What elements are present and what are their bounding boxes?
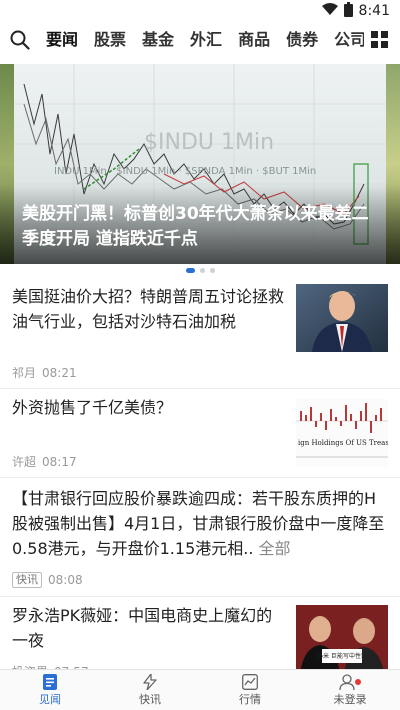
notification-badge — [355, 679, 361, 685]
tabbar-item-market[interactable]: 行情 — [200, 670, 300, 710]
news-time: 08:17 — [42, 454, 77, 469]
tabbar-item-flash[interactable]: 快讯 — [100, 670, 200, 710]
tabbar-label: 未登录 — [333, 693, 367, 706]
news-headline[interactable]: 外资抛售了千亿美债？ — [12, 395, 284, 420]
grid-menu-icon[interactable] — [368, 28, 392, 52]
tabbar-item-news[interactable]: 见闻 — [0, 670, 100, 710]
news-meta: 祁月 08:21 — [12, 364, 77, 381]
tabbar-item-profile[interactable]: 未登录 — [300, 670, 400, 710]
flash-headline[interactable]: 【甘肃银行回应股价暴跌逾四成：若干股东质押的H股被强制出售】4月1日，甘肃银行股… — [12, 486, 388, 561]
tab-bonds[interactable]: 债券 — [286, 25, 318, 55]
chart-sub-label: INDU 1Min · $INDU 1Min · $SPNDA 1Min · $… — [54, 166, 316, 177]
banner-title[interactable]: 美股开门黑！标普创30年代大萧条以来最差二季度开局 道指跌近千点 — [22, 202, 378, 252]
featured-banner[interactable]: $INDU 1Min INDU 1Min · $INDU 1Min · $SPN… — [0, 64, 400, 264]
tabbar-label: 行情 — [239, 693, 261, 706]
wifi-icon — [321, 2, 338, 20]
carousel-indicator — [0, 264, 400, 276]
news-source: 许超 — [12, 455, 37, 469]
tab-companies[interactable]: 公司 — [334, 25, 364, 55]
chart-watermark: $INDU 1Min — [144, 130, 274, 155]
carousel-dot[interactable] — [209, 267, 215, 273]
carousel-dot[interactable] — [185, 267, 195, 273]
user-icon — [339, 673, 361, 691]
flash-tag: 快讯 — [12, 572, 42, 588]
tab-funds[interactable]: 基金 — [142, 25, 174, 55]
status-bar: 8:41 — [0, 0, 400, 22]
tab-stocks[interactable]: 股票 — [94, 25, 126, 55]
news-time: 08:08 — [48, 573, 83, 587]
top-nav: 要闻 股票 基金 外汇 商品 债券 公司 — [0, 22, 400, 58]
news-thumbnail[interactable]: 小米 巨能写中性笔 — [296, 605, 388, 673]
category-tabs: 要闻 股票 基金 外汇 商品 债券 公司 — [38, 25, 364, 55]
battery-icon — [343, 1, 353, 21]
news-item[interactable]: 外资抛售了千亿美债？ 许超 08:17 ign Holdings Of US T… — [0, 389, 400, 478]
news-thumbnail[interactable] — [296, 284, 388, 352]
tab-forex[interactable]: 外汇 — [190, 25, 222, 55]
thumb-caption: ign Holdings Of US Treasury in Custody a… — [298, 439, 388, 447]
lightning-icon — [143, 673, 157, 691]
news-meta: 许超 08:17 — [12, 453, 77, 470]
bottom-tabbar: 见闻 快讯 行情 未登录 — [0, 669, 400, 710]
tab-commodities[interactable]: 商品 — [238, 25, 270, 55]
tabbar-label: 快讯 — [139, 693, 161, 706]
news-meta: 快讯 08:08 — [12, 572, 83, 588]
search-icon[interactable] — [8, 28, 32, 52]
news-headline[interactable]: 罗永浩PK薇娅：中国电商史上魔幻的一夜 — [12, 603, 284, 653]
news-item[interactable]: 美国挺油价大招？特朗普周五讨论拯救油气行业，包括对沙特石油加税 祁月 08:21 — [0, 276, 400, 389]
news-source: 祁月 — [12, 366, 37, 380]
flash-news-item[interactable]: 【甘肃银行回应股价暴跌逾四成：若干股东质押的H股被强制出售】4月1日，甘肃银行股… — [0, 478, 400, 597]
news-time: 08:21 — [42, 365, 77, 380]
status-time: 8:41 — [358, 3, 390, 19]
news-thumbnail[interactable]: ign Holdings Of US Treasury in Custody a… — [296, 399, 388, 467]
flash-headline-text: 【甘肃银行回应股价暴跌逾四成：若干股东质押的H股被强制出售】4月1日，甘肃银行股… — [12, 489, 385, 558]
thumb-caption: 小米 巨能写中性笔 — [317, 652, 367, 660]
tab-news[interactable]: 要闻 — [46, 25, 78, 55]
show-all-link[interactable]: 全部 — [259, 539, 291, 558]
tabbar-label: 见闻 — [39, 693, 61, 706]
chart-icon — [242, 673, 258, 691]
carousel-dot[interactable] — [199, 267, 205, 273]
news-headline[interactable]: 美国挺油价大招？特朗普周五讨论拯救油气行业，包括对沙特石油加税 — [12, 284, 284, 334]
document-icon — [43, 673, 57, 691]
